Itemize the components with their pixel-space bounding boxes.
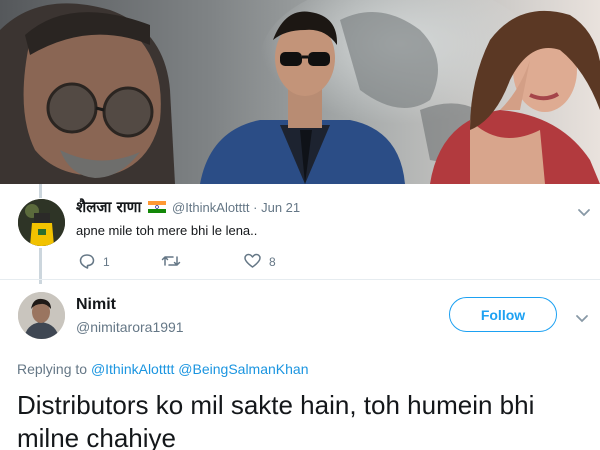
author-handle[interactable]: @IthinkAlotttt [172,200,250,215]
tweet-text: Distributors ko mil sakte hain, toh hume… [17,390,535,450]
like-button[interactable]: 8 [244,253,276,271]
like-count: 8 [269,255,276,269]
tweet-text: apne mile toh mere bhi le lena.. [76,223,258,238]
replying-prefix: Replying to [17,361,88,377]
avatar[interactable] [18,292,65,339]
author-name[interactable]: शैलजा राणा [76,197,141,217]
india-flag-icon [148,200,166,213]
thread-line-top [39,184,42,198]
reply-count: 1 [103,255,110,269]
mention-link[interactable]: @IthinkAlotttt [91,361,174,377]
author-handle[interactable]: @nimitarora1991 [76,319,184,335]
mention-link[interactable]: @BeingSalmanKhan [178,361,308,377]
tweet-date[interactable]: Jun 21 [261,200,300,215]
author-name[interactable]: Nimit [76,296,116,314]
movie-poster-image [0,0,600,184]
reply-button[interactable]: 1 [79,253,110,271]
retweet-icon [161,253,181,272]
reply-icon [79,253,95,272]
avatar[interactable] [18,199,65,246]
replying-to-line: Replying to @IthinkAlotttt @BeingSalmanK… [17,361,308,377]
chevron-down-icon[interactable] [575,311,589,323]
separator: · [253,200,258,215]
heart-icon [244,253,261,272]
follow-button[interactable]: Follow [449,297,557,332]
handle-and-date[interactable]: @IthinkAlotttt · Jun 21 [172,200,300,215]
retweet-button[interactable] [161,253,189,271]
chevron-down-icon[interactable] [577,205,591,217]
divider [0,279,600,280]
